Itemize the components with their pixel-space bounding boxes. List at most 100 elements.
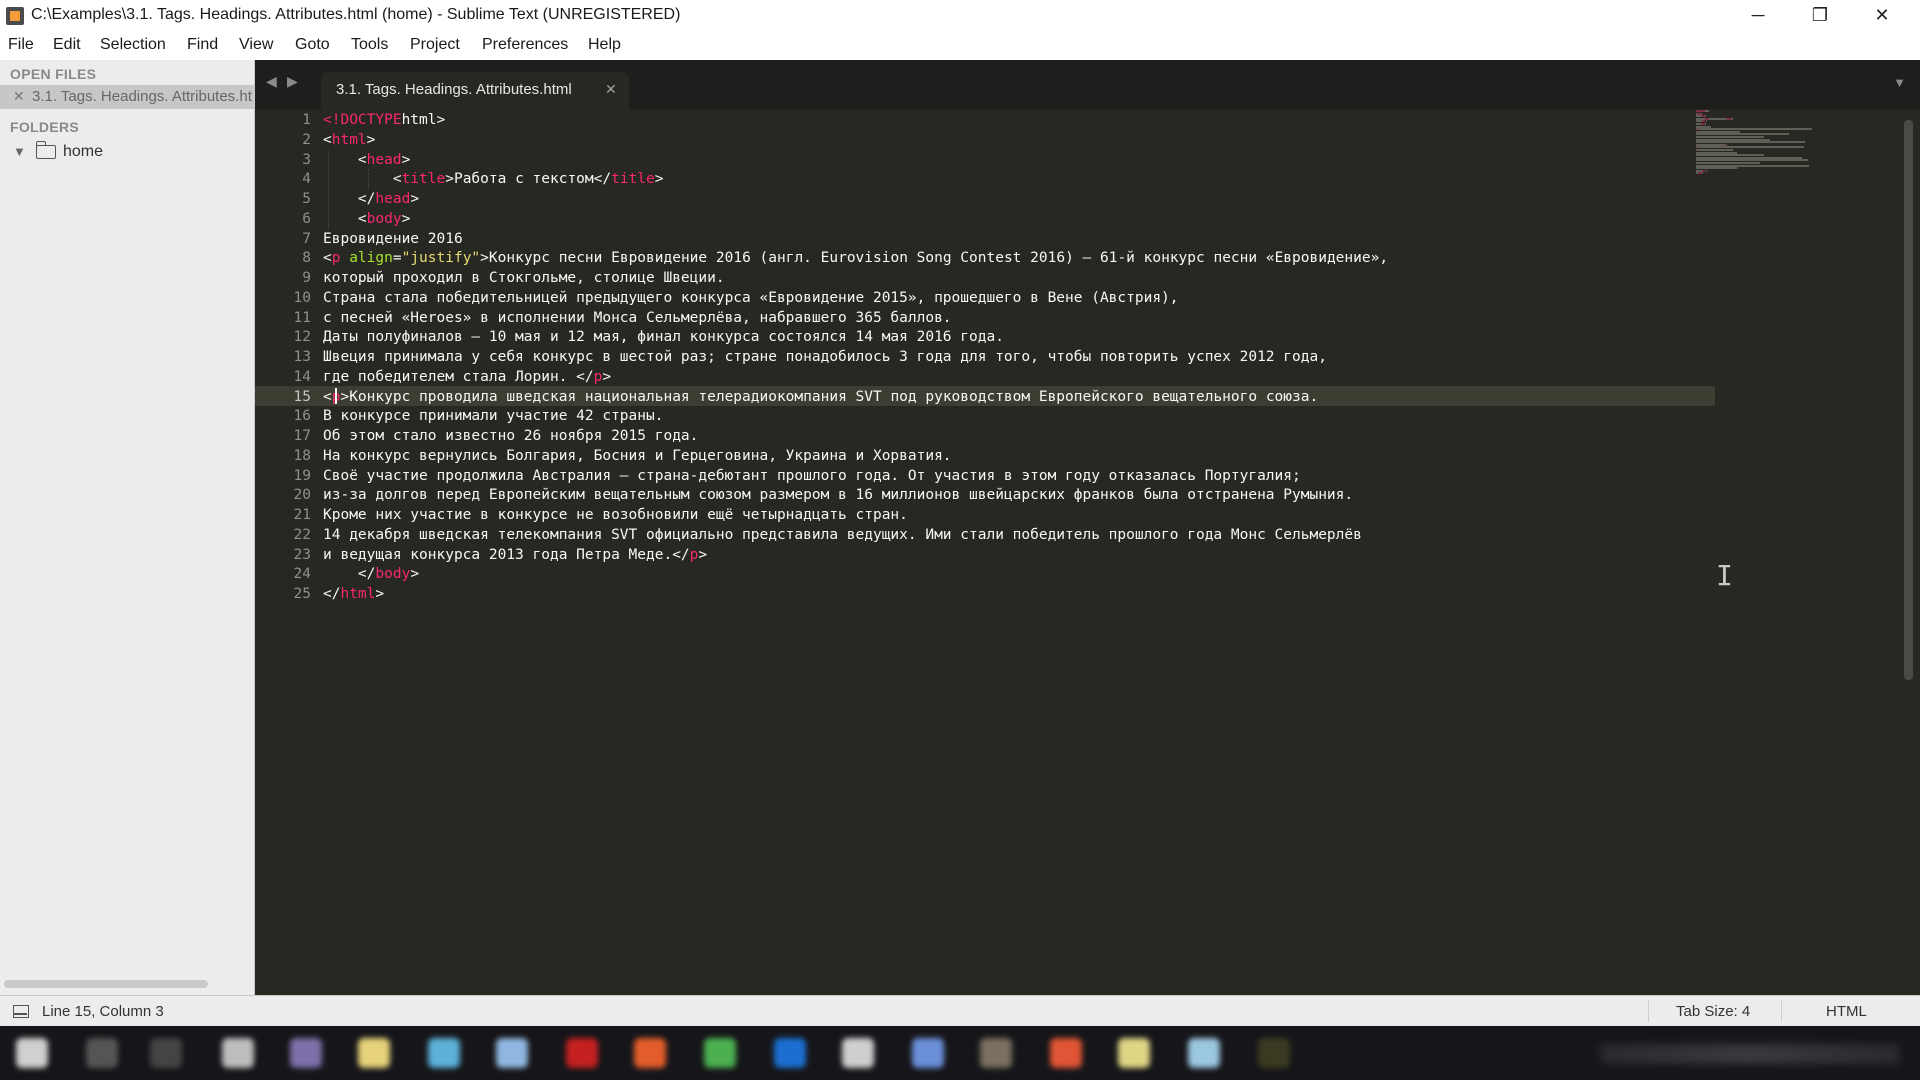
code-line: Страна стала победительницей предыдущего… bbox=[323, 288, 1179, 308]
line-number: 18 bbox=[293, 447, 311, 464]
code-line: Об этом стало известно 26 ноября 2015 го… bbox=[323, 426, 698, 446]
taskbar-app-icon[interactable] bbox=[222, 1038, 254, 1068]
sidebar-scrollbar[interactable] bbox=[4, 980, 208, 988]
menu-project[interactable]: Project bbox=[410, 36, 460, 54]
line-number: 1 bbox=[302, 112, 311, 128]
line-number: 6 bbox=[302, 210, 311, 227]
taskbar-app-icon[interactable] bbox=[1258, 1038, 1290, 1068]
arrow-right-icon[interactable]: ▶ bbox=[287, 73, 298, 90]
line-number: 8 bbox=[302, 250, 311, 267]
menu-preferences[interactable]: Preferences bbox=[482, 36, 568, 54]
code-token: > bbox=[410, 566, 420, 583]
minimize-button[interactable]: ─ bbox=[1728, 0, 1788, 32]
menu-bar: File Edit Selection Find View Goto Tools… bbox=[0, 32, 1920, 61]
code-token: body bbox=[366, 210, 402, 227]
code-token: </ bbox=[323, 566, 376, 583]
code-token: где победителем стала Лорин. </ bbox=[323, 368, 594, 385]
taskbar-app-icon[interactable] bbox=[774, 1038, 806, 1068]
code-token: >Работа с текстом</ bbox=[445, 171, 612, 188]
taskbar-app-icon[interactable] bbox=[496, 1038, 528, 1068]
minimap-line bbox=[1732, 117, 1734, 120]
menu-tools[interactable]: Tools bbox=[351, 36, 388, 54]
code-line: где победителем стала Лорин. </p> bbox=[323, 367, 611, 387]
taskbar-app-icon[interactable] bbox=[428, 1038, 460, 1068]
code-token: Швеция принимала у себя конкурс в шестой… bbox=[323, 349, 1327, 365]
code-token: title bbox=[611, 171, 655, 188]
syntax-selector[interactable]: HTML bbox=[1826, 1003, 1867, 1020]
code-line: На конкурс вернулись Болгария, Босния и … bbox=[323, 446, 952, 466]
taskbar-app-icon[interactable] bbox=[912, 1038, 944, 1068]
arrow-left-icon[interactable]: ◀ bbox=[266, 73, 277, 90]
taskbar-app-icon[interactable] bbox=[1050, 1038, 1082, 1068]
folder-item-home[interactable]: ▼ home bbox=[10, 141, 250, 164]
menu-goto[interactable]: Goto bbox=[295, 36, 330, 54]
code-token: Страна стала победительницей предыдущего… bbox=[323, 289, 1179, 306]
line-number: 20 bbox=[293, 487, 311, 504]
code-token: <! bbox=[323, 112, 341, 128]
taskbar-app-icon[interactable] bbox=[1118, 1038, 1150, 1068]
taskbar-app-icon[interactable] bbox=[566, 1038, 598, 1068]
minimap-line bbox=[1701, 172, 1703, 175]
code-line: В конкурсе принимали участие 42 страны. bbox=[323, 406, 663, 426]
editor-scrollbar[interactable] bbox=[1904, 120, 1913, 680]
chevron-down-icon[interactable]: ▼ bbox=[13, 144, 26, 159]
line-number: 15 bbox=[293, 388, 311, 405]
line-number: 2 bbox=[302, 131, 311, 148]
maximize-button[interactable]: ❐ bbox=[1790, 0, 1850, 32]
code-token: с песней «Heroes» в исполнении Монса Сел… bbox=[323, 309, 952, 326]
cursor-position: Line 15, Column 3 bbox=[42, 1003, 164, 1020]
status-bar: Line 15, Column 3 Tab Size: 4 HTML bbox=[0, 995, 1920, 1027]
menu-edit[interactable]: Edit bbox=[53, 36, 81, 54]
menu-view[interactable]: View bbox=[239, 36, 273, 54]
code-line: <head> bbox=[323, 150, 410, 170]
folders-heading: FOLDERS bbox=[10, 119, 79, 135]
indent-guide bbox=[328, 149, 329, 229]
code-line: с песней «Heroes» в исполнении Монса Сел… bbox=[323, 308, 952, 328]
tab-dropdown-icon[interactable]: ▼ bbox=[1893, 75, 1906, 90]
start-icon[interactable] bbox=[16, 1038, 48, 1068]
code-token: > bbox=[375, 586, 385, 602]
code-token: > bbox=[366, 131, 376, 148]
taskbar-app-icon[interactable] bbox=[290, 1038, 322, 1068]
taskbar-app-icon[interactable] bbox=[704, 1038, 736, 1068]
code-token: body bbox=[375, 566, 411, 583]
code-token: Об этом стало известно 26 ноября 2015 го… bbox=[323, 428, 699, 444]
close-button[interactable]: ✕ bbox=[1852, 0, 1912, 32]
task-view-icon[interactable] bbox=[150, 1038, 182, 1068]
code-token: и ведущая конкурса 2013 года Петра Меде.… bbox=[323, 546, 690, 563]
taskbar-app-icon[interactable] bbox=[842, 1038, 874, 1068]
taskbar-app-icon[interactable] bbox=[980, 1038, 1012, 1068]
code-line: Своё участие продолжила Австралия — стра… bbox=[323, 466, 1301, 486]
system-tray[interactable] bbox=[1600, 1044, 1900, 1064]
code-line: </html> bbox=[323, 584, 384, 604]
code-token: "justify" bbox=[401, 250, 481, 267]
tab-size-selector[interactable]: Tab Size: 4 bbox=[1676, 1003, 1750, 1020]
taskbar-app-icon[interactable] bbox=[1188, 1038, 1220, 1068]
text-cursor-icon: I bbox=[1716, 559, 1733, 592]
minimap[interactable] bbox=[1696, 110, 1866, 185]
menu-help[interactable]: Help bbox=[588, 36, 621, 54]
menu-file[interactable]: File bbox=[8, 36, 34, 54]
code-editor[interactable]: 1 2 3 4 5 6 7 8 9 10 11 12 13 14 15 16 17 18 19 20 21 22 23 24 2… bbox=[255, 109, 1920, 995]
taskbar-app-icon[interactable] bbox=[634, 1038, 666, 1068]
line-number: 19 bbox=[293, 467, 311, 484]
line-number: 22 bbox=[293, 526, 311, 543]
tab-close-icon[interactable]: ✕ bbox=[605, 81, 617, 98]
code-line: Швеция принимала у себя конкурс в шестой… bbox=[323, 347, 1327, 367]
tab-label: 3.1. Tags. Headings. Attributes.html bbox=[336, 81, 572, 98]
line-number: 14 bbox=[293, 368, 311, 385]
tab-active-file[interactable]: 3.1. Tags. Headings. Attributes.html ✕ bbox=[321, 72, 629, 109]
code-token: < bbox=[323, 131, 332, 148]
menu-find[interactable]: Find bbox=[187, 36, 218, 54]
tab-bar: ◀ ▶ 3.1. Tags. Headings. Attributes.html… bbox=[255, 60, 1920, 109]
code-line: <body> bbox=[323, 209, 410, 229]
code-token: > bbox=[654, 171, 664, 188]
code-token: > bbox=[410, 191, 420, 207]
menu-selection[interactable]: Selection bbox=[100, 36, 166, 54]
search-icon[interactable] bbox=[86, 1038, 118, 1068]
code-line: Даты полуфиналов — 10 мая и 12 мая, фина… bbox=[323, 327, 1004, 347]
panel-toggle-icon[interactable] bbox=[13, 1005, 29, 1018]
taskbar-app-icon[interactable] bbox=[358, 1038, 390, 1068]
close-icon[interactable]: ✕ bbox=[13, 88, 25, 105]
open-file-item[interactable]: ✕ 3.1. Tags. Headings. Attributes.html bbox=[0, 85, 254, 109]
